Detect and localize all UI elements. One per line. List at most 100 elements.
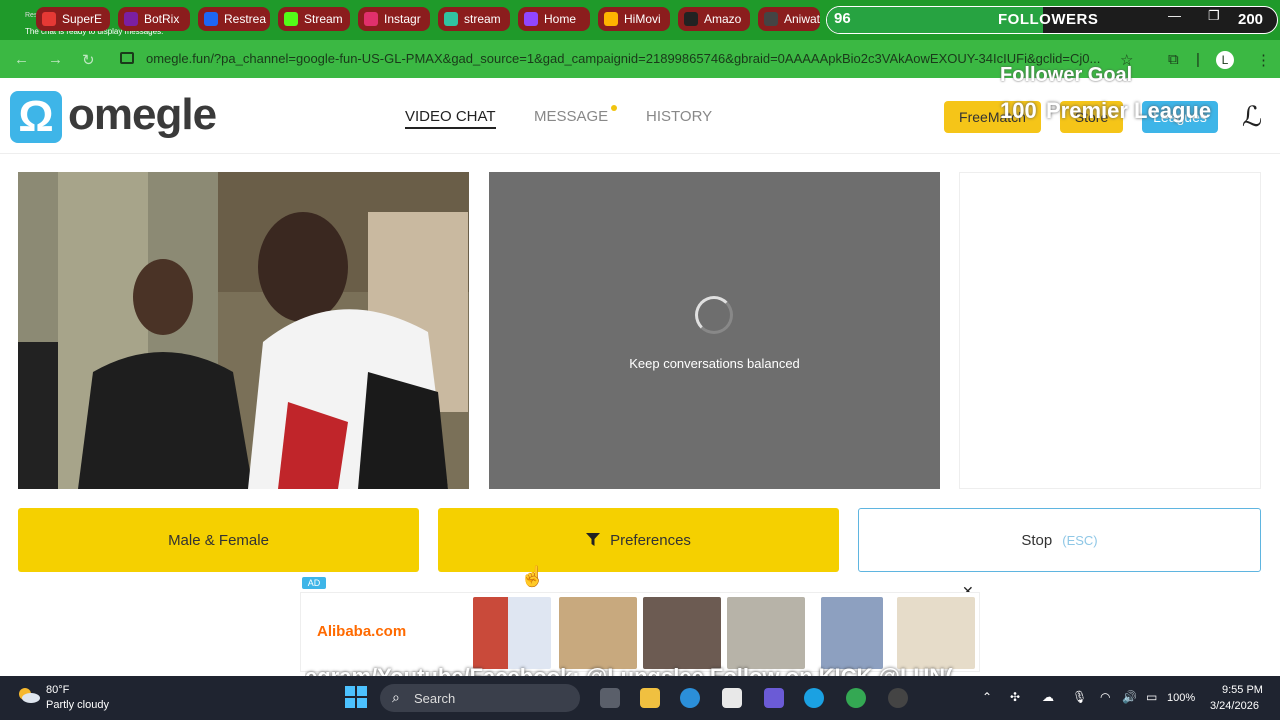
site-info-icon[interactable] [120, 52, 134, 64]
tray-overflow-icon[interactable]: ⌃ [982, 690, 992, 704]
minimize-icon[interactable]: — [1168, 8, 1181, 23]
browser-tab-label: Stream [304, 12, 343, 26]
chat-side-panel [959, 172, 1261, 489]
browser-tab[interactable]: SuperE [36, 7, 110, 31]
ad-product-image[interactable] [897, 597, 975, 669]
task-view-icon[interactable] [600, 688, 620, 708]
remote-video: Keep conversations balanced [489, 172, 940, 489]
browser-tab-strip: Restream The chat is ready to display me… [0, 0, 1280, 40]
ad-product-image[interactable] [727, 597, 805, 669]
browser-tab[interactable]: BotRix [118, 7, 190, 31]
browser-tab-label: Amazo [704, 12, 742, 26]
filter-icon [586, 533, 601, 546]
browser-tab-label: stream [464, 12, 501, 26]
stop-shortcut-hint: (ESC) [1062, 532, 1098, 548]
volume-icon[interactable]: 🔊 [1122, 690, 1137, 704]
follower-current-count: 96 [834, 10, 851, 27]
stop-button[interactable]: Stop (ESC) [858, 508, 1261, 572]
mouse-cursor-icon: ☝ [520, 566, 545, 588]
account-menu-icon[interactable]: ℒ [1242, 100, 1262, 133]
extensions-icon[interactable]: ⧉ [1168, 51, 1179, 68]
battery-icon[interactable]: ▭ [1146, 690, 1157, 704]
ad-product-image[interactable] [473, 597, 551, 669]
reload-icon[interactable]: ↻ [82, 51, 95, 69]
browser-tab[interactable]: Stream [278, 7, 350, 31]
omegle-logo-icon[interactable]: Ω [10, 91, 62, 143]
follower-goal-count: 200 [1238, 11, 1264, 28]
browser-tab[interactable]: Home [518, 7, 590, 31]
taskbar-search[interactable]: ⌕ Search [380, 684, 580, 712]
tray-app-icon[interactable]: ☁ [1042, 690, 1054, 704]
browser-tab[interactable]: HiMovi [598, 7, 670, 31]
profile-avatar[interactable]: L [1216, 51, 1234, 69]
local-video [18, 172, 469, 489]
play-icon [604, 12, 618, 26]
store-icon[interactable] [722, 688, 742, 708]
nav-video-chat[interactable]: VIDEO CHAT [405, 108, 496, 129]
restore-icon[interactable]: ❐ [1208, 8, 1220, 24]
browser-tab-label: Aniwat [784, 12, 820, 26]
clock-time[interactable]: 9:55 PM [1222, 684, 1263, 696]
wifi-icon[interactable]: ◠ [1100, 690, 1110, 704]
divider-icon: | [1196, 51, 1200, 68]
browser-tab[interactable]: Aniwat [758, 7, 820, 31]
weather-temperature[interactable]: 80°F [46, 684, 69, 696]
preferences-button[interactable]: Preferences [438, 508, 839, 572]
browser-tab[interactable]: stream [438, 7, 510, 31]
ad-product-image[interactable] [643, 597, 721, 669]
obs-icon[interactable] [888, 688, 908, 708]
streamlabs-icon [444, 12, 458, 26]
instagram-icon [364, 12, 378, 26]
twitch-icon [524, 12, 538, 26]
microphone-icon[interactable]: 🎙 [1072, 690, 1087, 704]
browser-tab[interactable]: Instagr [358, 7, 430, 31]
aniwatch-icon [764, 12, 778, 26]
weather-description[interactable]: Partly cloudy [46, 699, 109, 711]
tray-app-icon[interactable]: ✣ [1010, 690, 1020, 704]
nav-message[interactable]: MESSAGE [534, 108, 608, 125]
forward-icon[interactable]: → [48, 51, 63, 68]
app-icon[interactable] [680, 688, 700, 708]
restream-icon [204, 12, 218, 26]
search-icon: ⌕ [392, 689, 400, 705]
gender-filter-button[interactable]: Male & Female [18, 508, 419, 572]
gender-filter-label: Male & Female [168, 531, 269, 549]
nav-history[interactable]: HISTORY [646, 108, 712, 125]
url-field[interactable]: omegle.fun/?pa_channel=google-fun-US-GL-… [146, 51, 1106, 66]
omegle-logo-text[interactable]: omegle [68, 90, 217, 140]
loading-spinner-icon [695, 296, 733, 334]
taskbar: 80°F Partly cloudy ⌕ Search ⌃ ✣ ☁ 🎙 ◠ 🔊 … [0, 676, 1280, 720]
premier-league-label: Premier League [1046, 98, 1212, 123]
file-explorer-icon[interactable] [640, 688, 660, 708]
browser-tab-label: BotRix [144, 12, 180, 26]
battery-percent[interactable]: 100% [1167, 692, 1195, 704]
copilot-icon[interactable] [764, 688, 784, 708]
browser-tab[interactable]: Amazo [678, 7, 750, 31]
browser-tab-label: SuperE [62, 12, 103, 26]
youtube-icon [42, 12, 56, 26]
amazon-icon [684, 12, 698, 26]
back-icon[interactable]: ← [14, 51, 29, 68]
preferences-label: Preferences [610, 531, 691, 549]
browser-tab-label: HiMovi [624, 12, 661, 26]
kick-icon [284, 12, 298, 26]
follower-goal-number: 100 [1000, 98, 1037, 123]
search-placeholder: Search [414, 691, 456, 706]
ad-badge: AD [302, 577, 326, 589]
ad-product-image[interactable] [821, 597, 883, 669]
clock-date[interactable]: 3/24/2026 [1210, 700, 1259, 712]
stop-label: Stop [1021, 531, 1053, 549]
remote-status-text: Keep conversations balanced [629, 356, 800, 371]
message-notification-dot [611, 105, 617, 111]
browser-tab-label: Restrea [224, 12, 267, 26]
windows-start-icon[interactable] [345, 686, 367, 708]
partly-cloudy-icon [19, 688, 40, 703]
ad-banner[interactable]: Alibaba.com [300, 592, 980, 672]
chrome-icon[interactable] [846, 688, 866, 708]
menu-dots-icon[interactable]: ⋮ [1256, 51, 1271, 69]
alibaba-logo[interactable]: Alibaba.com [317, 623, 406, 640]
ad-product-image[interactable] [559, 597, 637, 669]
edge-icon[interactable] [804, 688, 824, 708]
browser-tab-label: Instagr [384, 12, 421, 26]
browser-tab[interactable]: Restrea [198, 7, 270, 31]
